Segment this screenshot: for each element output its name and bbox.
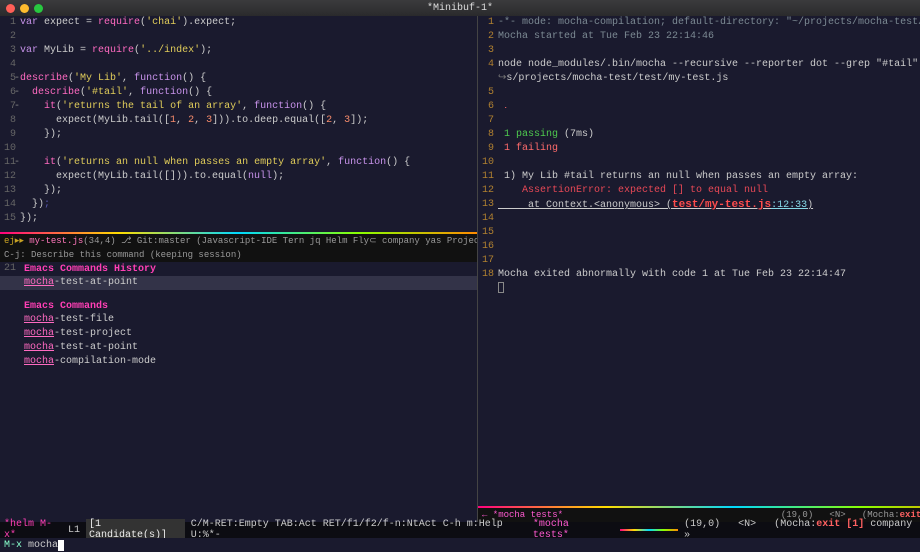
output-line[interactable]: [478, 282, 920, 296]
output-line[interactable]: 12 AssertionError: expected [] to equal …: [478, 184, 920, 198]
helm-candidate[interactable]: mocha-test-at-point: [0, 276, 477, 290]
helm-history-header: Emacs Commands History: [20, 262, 160, 276]
helm-helper-line: C-j: Describe this command (keeping sess…: [0, 248, 477, 262]
code-line[interactable]: 3var MyLib = require('../index');: [0, 44, 477, 58]
output-line[interactable]: 16: [478, 240, 920, 254]
output-line[interactable]: 2Mocha started at Tue Feb 23 22:14:46: [478, 30, 920, 44]
cursor-icon: [58, 540, 64, 551]
code-line[interactable]: 15});: [0, 212, 477, 226]
output-line[interactable]: 13 at Context.<anonymous> (test/my-test.…: [478, 198, 920, 212]
minibuffer-input[interactable]: mocha: [28, 540, 58, 551]
code-modeline: ej▸▸ my-test.js (34,4) ⎇ Git:master (Jav…: [0, 234, 477, 248]
minibuffer[interactable]: M-x mocha: [0, 538, 920, 552]
code-line[interactable]: 9 });: [0, 128, 477, 142]
minibuffer-prompt: M-x: [4, 540, 22, 551]
output-line[interactable]: 10: [478, 156, 920, 170]
modeline-left: ej▸▸ my-test.js: [4, 236, 83, 246]
compilation-buffer[interactable]: 1-*- mode: mocha-compilation; default-di…: [478, 16, 920, 506]
modeline-right: (34,4) ⎇ Git:master (Javascript-IDE Tern…: [83, 236, 477, 246]
output-line[interactable]: 4node node_modules/.bin/mocha --recursiv…: [478, 58, 920, 72]
output-line[interactable]: 7: [478, 114, 920, 128]
output-line[interactable]: 18Mocha exited abnormally with code 1 at…: [478, 268, 920, 282]
code-line[interactable]: 12 expect(MyLib.tail([])).to.equal(null)…: [0, 170, 477, 184]
output-line[interactable]: 15: [478, 226, 920, 240]
output-line[interactable]: 17: [478, 254, 920, 268]
code-line[interactable]: 5-describe('My Lib', function() {: [0, 72, 477, 86]
helm-candidate[interactable]: mocha-test-at-point: [0, 341, 477, 355]
output-line[interactable]: 8 1 passing (7ms): [478, 128, 920, 142]
helm-candidate[interactable]: mocha-test-project: [0, 327, 477, 341]
output-line[interactable]: 3: [478, 44, 920, 58]
output-line[interactable]: 14: [478, 212, 920, 226]
helm-candidate[interactable]: mocha-compilation-mode: [0, 355, 477, 369]
helm-status-bar: *helm M-x* L1 [1 Candidate(s)] C/M-RET:E…: [0, 522, 920, 538]
code-line[interactable]: 10: [0, 142, 477, 156]
output-line[interactable]: ↪s/projects/mocha-test/test/my-test.js: [478, 72, 920, 86]
helm-completion[interactable]: 21Emacs Commands History mocha-test-at-p…: [0, 262, 477, 522]
helm-candidate[interactable]: mocha-test-file: [0, 313, 477, 327]
output-line[interactable]: 9 1 failing: [478, 142, 920, 156]
code-line[interactable]: 8 expect(MyLib.tail([1, 2, 3])).to.deep.…: [0, 114, 477, 128]
code-line[interactable]: 7- it('returns the tail of an array', fu…: [0, 100, 477, 114]
window-title: *Minibuf-1*: [0, 3, 920, 14]
rainbow-indicator: [620, 529, 678, 531]
code-line[interactable]: 14 });: [0, 198, 477, 212]
output-line[interactable]: 5: [478, 86, 920, 100]
code-line[interactable]: 11- it('returns an null when passes an e…: [0, 156, 477, 170]
code-line[interactable]: 13 });: [0, 184, 477, 198]
helm-commands-header: Emacs Commands: [0, 300, 477, 313]
window-titlebar: *Minibuf-1*: [0, 0, 920, 16]
code-buffer[interactable]: 1var expect = require('chai').expect;23v…: [0, 16, 477, 232]
code-line[interactable]: 4: [0, 58, 477, 72]
code-line[interactable]: 1var expect = require('chai').expect;: [0, 16, 477, 30]
helm-line-pos: L1: [68, 525, 80, 536]
code-line[interactable]: 2: [0, 30, 477, 44]
output-line[interactable]: 1-*- mode: mocha-compilation; default-di…: [478, 16, 920, 30]
output-line[interactable]: 11 1) My Lib #tail returns an null when …: [478, 170, 920, 184]
output-line[interactable]: 6 ․: [478, 100, 920, 114]
code-line[interactable]: 6- describe('#tail', function() {: [0, 86, 477, 100]
